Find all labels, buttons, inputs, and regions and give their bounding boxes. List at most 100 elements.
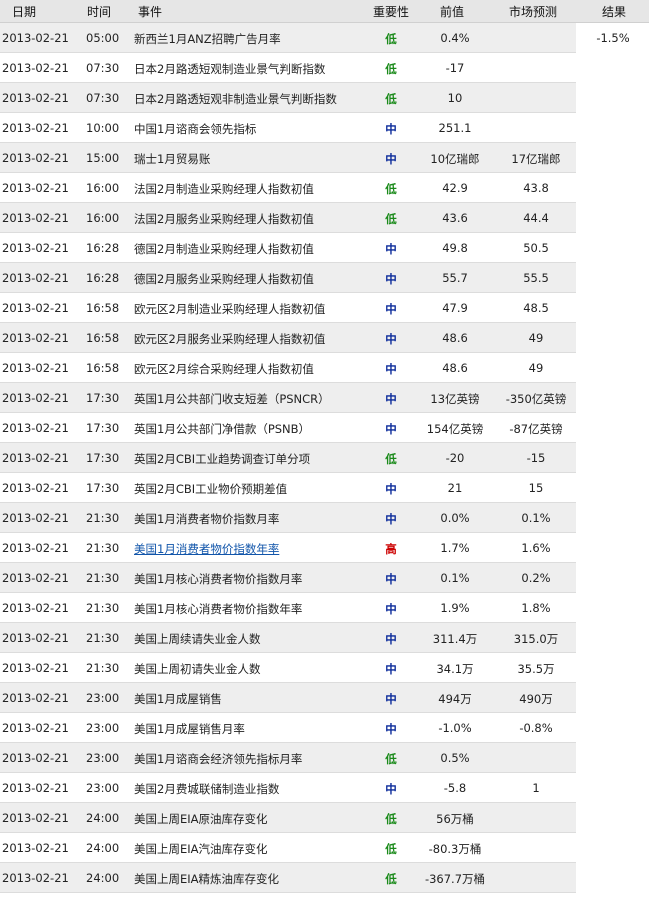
row-date: 2013-02-21 bbox=[2, 481, 69, 495]
row-forecast: 50.5 bbox=[523, 241, 549, 255]
row-importance: 低 bbox=[385, 182, 397, 196]
row-time: 16:58 bbox=[86, 361, 120, 375]
row-date: 2013-02-21 bbox=[2, 811, 69, 825]
row-date: 2013-02-21 bbox=[2, 541, 69, 555]
row-event: 欧元区2月服务业采购经理人指数初值 bbox=[134, 332, 326, 346]
row-time: 07:30 bbox=[86, 61, 120, 75]
row-previous: 0.4% bbox=[440, 31, 470, 45]
row-date: 2013-02-21 bbox=[2, 241, 69, 255]
row-date: 2013-02-21 bbox=[2, 511, 69, 525]
row-previous: -17 bbox=[445, 61, 465, 75]
row-previous: 48.6 bbox=[442, 361, 468, 375]
row-time: 23:00 bbox=[86, 751, 120, 765]
row-importance: 中 bbox=[385, 632, 397, 646]
row-event: 美国1月核心消费者物价指数年率 bbox=[134, 602, 303, 616]
row-date: 2013-02-21 bbox=[2, 151, 69, 165]
row-importance: 中 bbox=[385, 512, 397, 526]
row-date: 2013-02-21 bbox=[2, 781, 69, 795]
row-forecast: 1.6% bbox=[521, 541, 551, 555]
row-forecast: 48.5 bbox=[523, 301, 549, 315]
event-link[interactable]: 美国1月消费者物价指数年率 bbox=[134, 541, 279, 557]
row-time: 16:00 bbox=[86, 181, 120, 195]
row-forecast: 15 bbox=[528, 481, 544, 495]
row-importance: 中 bbox=[385, 302, 397, 316]
row-importance: 低 bbox=[385, 752, 397, 766]
row-forecast: -15 bbox=[526, 451, 546, 465]
row-event: 英国1月公共部门收支短差（PSNCR） bbox=[134, 392, 330, 406]
table-row: 2013-02-21 24:00 美国上周EIA汽油库存变化 低 -80.3万桶 bbox=[0, 833, 576, 863]
row-date: 2013-02-21 bbox=[2, 391, 69, 405]
row-previous: 42.9 bbox=[442, 181, 468, 195]
row-importance: 低 bbox=[385, 452, 397, 466]
row-date: 2013-02-21 bbox=[2, 451, 69, 465]
row-event: 法国2月服务业采购经理人指数初值 bbox=[134, 212, 314, 226]
row-forecast: -0.8% bbox=[519, 721, 553, 735]
row-time: 17:30 bbox=[86, 421, 120, 435]
row-forecast: 0.2% bbox=[521, 571, 551, 585]
row-date: 2013-02-21 bbox=[2, 841, 69, 855]
header-time: 时间 bbox=[87, 5, 112, 19]
row-forecast: 17亿瑞郎 bbox=[511, 152, 561, 166]
row-date: 2013-02-21 bbox=[2, 601, 69, 615]
row-time: 24:00 bbox=[86, 811, 120, 825]
row-date: 2013-02-21 bbox=[2, 211, 69, 225]
row-time: 23:00 bbox=[86, 781, 120, 795]
row-importance: 低 bbox=[385, 212, 397, 226]
row-forecast: 49 bbox=[528, 331, 544, 345]
row-forecast: 1.8% bbox=[521, 601, 551, 615]
row-date: 2013-02-21 bbox=[2, 661, 69, 675]
row-time: 05:00 bbox=[86, 31, 120, 45]
row-previous: 56万桶 bbox=[436, 812, 474, 826]
row-previous: 34.1万 bbox=[436, 662, 474, 676]
row-importance: 中 bbox=[385, 242, 397, 256]
table-row: 2013-02-21 23:00 美国2月费城联储制造业指数 中 -5.8 1 bbox=[0, 773, 576, 803]
row-importance: 中 bbox=[385, 122, 397, 136]
row-importance: 低 bbox=[385, 62, 397, 76]
table-row: 2013-02-21 17:30 英国1月公共部门收支短差（PSNCR） 中 13亿英镑… bbox=[0, 383, 576, 413]
row-time: 07:30 bbox=[86, 91, 120, 105]
row-time: 16:28 bbox=[86, 271, 120, 285]
row-event: 美国上周EIA汽油库存变化 bbox=[134, 842, 268, 856]
row-date: 2013-02-21 bbox=[2, 361, 69, 375]
row-importance: 低 bbox=[385, 32, 397, 46]
table-row: 2013-02-21 23:00 美国1月谘商会经济领先指标月率 低 0.5% bbox=[0, 743, 576, 773]
row-event: 美国1月核心消费者物价指数月率 bbox=[134, 572, 303, 586]
row-importance: 低 bbox=[385, 92, 397, 106]
row-date: 2013-02-21 bbox=[2, 331, 69, 345]
table-row: 2013-02-21 23:00 美国1月成屋销售月率 中 -1.0% -0.8% bbox=[0, 713, 576, 743]
row-previous: 21 bbox=[447, 481, 463, 495]
row-importance: 中 bbox=[385, 782, 397, 796]
row-date: 2013-02-21 bbox=[2, 271, 69, 285]
table-row: 2013-02-21 16:28 德国2月服务业采购经理人指数初值 中 55.7 55.5 bbox=[0, 263, 576, 293]
row-time: 21:30 bbox=[86, 541, 120, 555]
table-row: 2013-02-21 21:30 美国1月核心消费者物价指数月率 中 0.1% 0.2% bbox=[0, 563, 576, 593]
row-event: 英国1月公共部门净借款（PSNB） bbox=[134, 422, 311, 436]
row-previous: 0.0% bbox=[440, 511, 470, 525]
table-row: 2013-02-21 21:30 美国1月消费者物价指数月率 中 0.0% 0.1% bbox=[0, 503, 576, 533]
row-date: 2013-02-21 bbox=[2, 571, 69, 585]
row-time: 10:00 bbox=[86, 121, 120, 135]
row-event: 美国上周EIA精炼油库存变化 bbox=[134, 872, 280, 886]
row-previous: 1.7% bbox=[440, 541, 470, 555]
row-previous: 0.1% bbox=[440, 571, 470, 585]
header-date: 日期 bbox=[12, 5, 37, 19]
row-event: 美国2月费城联储制造业指数 bbox=[134, 782, 280, 796]
row-previous: 154亿英镑 bbox=[426, 422, 484, 436]
row-event: 德国2月制造业采购经理人指数初值 bbox=[134, 242, 314, 256]
table-row: 2013-02-21 16:28 德国2月制造业采购经理人指数初值 中 49.8 50.5 bbox=[0, 233, 576, 263]
row-time: 21:30 bbox=[86, 571, 120, 585]
row-actual: -1.5% bbox=[596, 31, 630, 45]
row-previous: 47.9 bbox=[442, 301, 468, 315]
row-previous: -367.7万桶 bbox=[424, 872, 486, 886]
row-time: 16:28 bbox=[86, 241, 120, 255]
table-row: 2013-02-21 17:30 英国2月CBI工业物价预期差值 中 21 15 bbox=[0, 473, 576, 503]
row-date: 2013-02-21 bbox=[2, 871, 69, 885]
table-header: 日期 时间 事件 重要性 前值 市场预测 结果 bbox=[0, 0, 649, 23]
row-event: 德国2月服务业采购经理人指数初值 bbox=[134, 272, 314, 286]
row-date: 2013-02-21 bbox=[2, 421, 69, 435]
row-event: 美国1月消费者物价指数月率 bbox=[134, 512, 280, 526]
row-event: 美国1月成屋销售 bbox=[134, 692, 222, 706]
header-forecast: 市场预测 bbox=[509, 5, 558, 19]
row-event: 美国1月成屋销售月率 bbox=[134, 722, 245, 736]
table-row: 2013-02-21 16:58 欧元区2月制造业采购经理人指数初值 中 47.9 48.… bbox=[0, 293, 576, 323]
